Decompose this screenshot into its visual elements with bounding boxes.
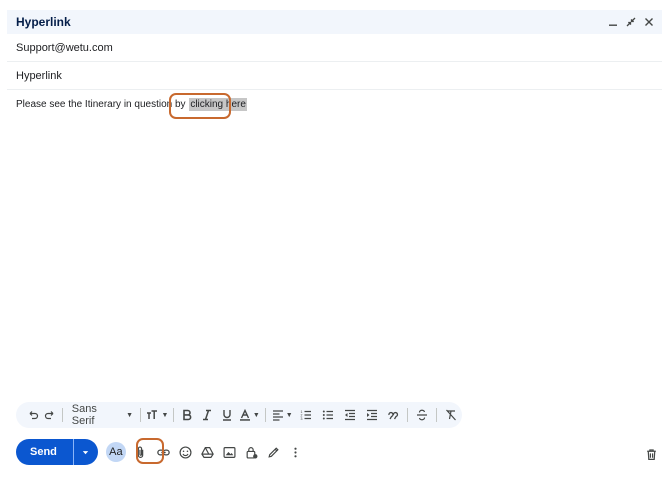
send-button[interactable]: Send xyxy=(16,439,73,465)
body-text: Please see the Itinerary in question by xyxy=(16,99,189,110)
photo-icon[interactable] xyxy=(219,441,241,463)
message-body[interactable]: Please see the Itinerary in question by … xyxy=(16,98,247,111)
formatting-toggle-button[interactable]: Aa xyxy=(105,442,126,462)
numbered-list-icon[interactable]: 123 xyxy=(295,404,317,426)
text-color-icon[interactable]: ▼ xyxy=(236,404,262,426)
confidential-mode-icon[interactable] xyxy=(241,441,263,463)
remove-formatting-icon[interactable] xyxy=(440,404,462,426)
to-field[interactable]: Support@wetu.com xyxy=(7,34,662,62)
toolbar-separator xyxy=(61,408,63,422)
trash-icon[interactable] xyxy=(640,443,662,465)
signature-icon[interactable] xyxy=(263,441,285,463)
font-family-value: Sans Serif xyxy=(71,403,97,427)
toolbar-separator xyxy=(436,408,438,422)
underline-icon[interactable] xyxy=(217,404,237,426)
send-button-group: Send xyxy=(16,439,98,465)
bottom-toolbar: Send Aa xyxy=(16,439,307,465)
more-options-icon[interactable] xyxy=(285,441,307,463)
align-icon[interactable]: ▼ xyxy=(269,404,295,426)
font-family-select[interactable]: Sans Serif ▼ xyxy=(66,403,137,427)
toolbar-separator xyxy=(407,408,409,422)
window-controls xyxy=(606,14,656,30)
formatting-toolbar: Sans Serif ▼ ▼ ▼ ▼ 123 xyxy=(16,402,462,428)
toolbar-separator xyxy=(172,408,174,422)
strikethrough-icon[interactable] xyxy=(411,404,433,426)
subject-field[interactable]: Hyperlink xyxy=(7,62,662,90)
close-icon[interactable] xyxy=(642,14,656,30)
undo-icon[interactable] xyxy=(25,404,42,426)
selected-link-text[interactable]: clicking here xyxy=(189,98,247,111)
chevron-down-icon: ▼ xyxy=(252,411,260,419)
toolbar-separator xyxy=(265,408,267,422)
bold-icon[interactable] xyxy=(177,404,197,426)
italic-icon[interactable] xyxy=(197,404,217,426)
toolbar-separator xyxy=(140,408,142,422)
exit-fullscreen-icon[interactable] xyxy=(624,14,638,30)
chevron-down-icon: ▼ xyxy=(161,411,169,419)
subject-value: Hyperlink xyxy=(16,69,62,82)
emoji-icon[interactable] xyxy=(175,441,197,463)
indent-more-icon[interactable] xyxy=(361,404,383,426)
minimize-icon[interactable] xyxy=(606,14,620,30)
svg-text:3: 3 xyxy=(301,417,303,421)
chevron-down-icon xyxy=(83,450,89,454)
drive-icon[interactable] xyxy=(197,441,219,463)
indent-less-icon[interactable] xyxy=(339,404,361,426)
redo-icon[interactable] xyxy=(42,404,59,426)
chevron-down-icon: ▼ xyxy=(285,411,293,419)
attach-icon[interactable] xyxy=(130,441,152,463)
chevron-down-icon: ▼ xyxy=(126,411,134,419)
bulleted-list-icon[interactable] xyxy=(317,404,339,426)
compose-title: Hyperlink xyxy=(16,15,71,29)
schedule-send-button[interactable] xyxy=(72,439,98,465)
to-recipient: Support@wetu.com xyxy=(16,41,113,54)
font-size-icon[interactable]: ▼ xyxy=(144,404,170,426)
insert-link-icon[interactable] xyxy=(153,441,175,463)
quote-icon[interactable] xyxy=(382,404,404,426)
compose-header: Hyperlink xyxy=(7,10,662,34)
